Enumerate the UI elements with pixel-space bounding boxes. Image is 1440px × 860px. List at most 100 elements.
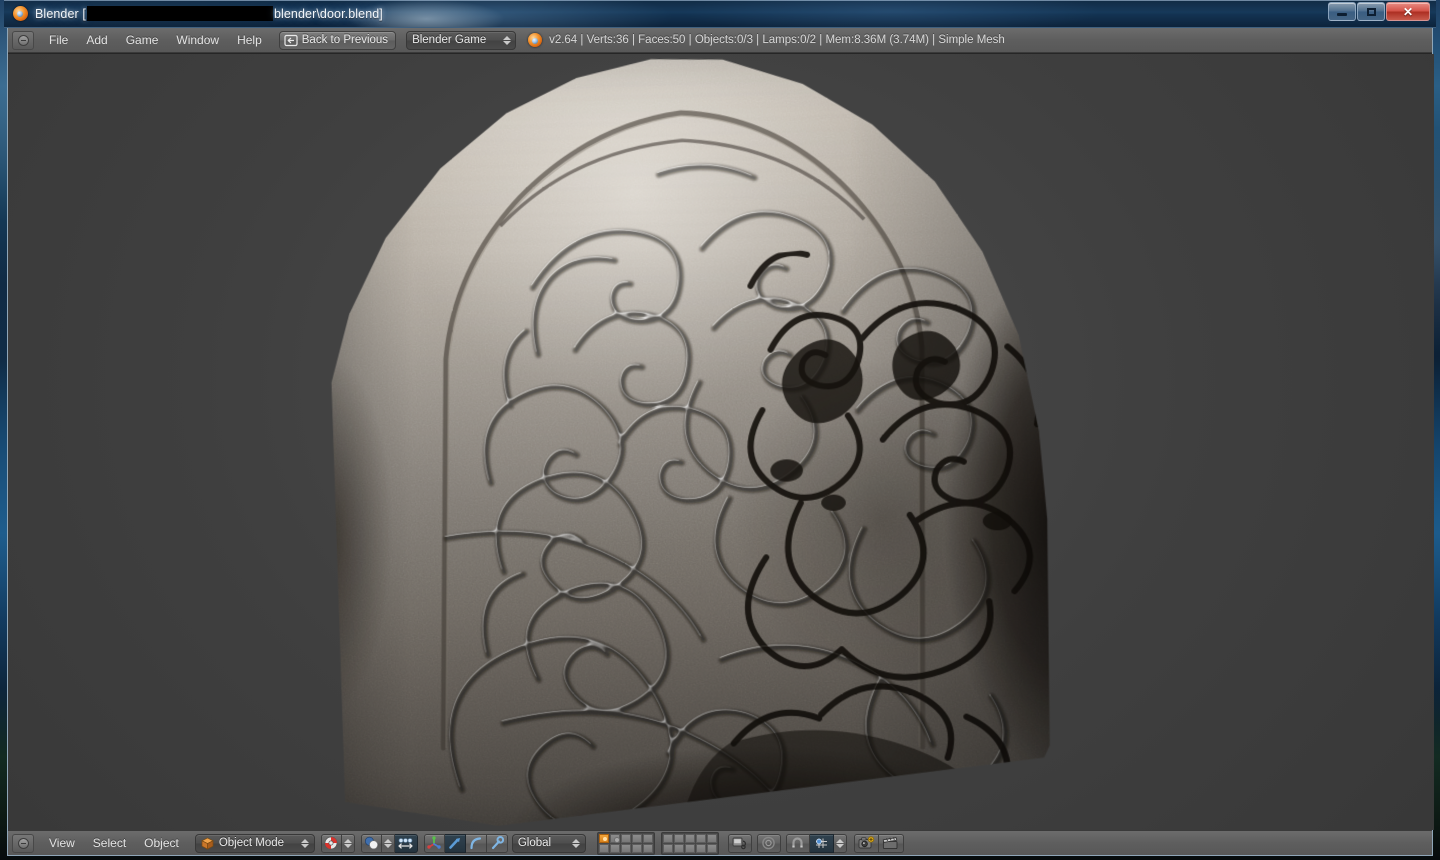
back-to-previous-button[interactable]: Back to Previous: [278, 30, 397, 50]
interaction-mode-value: Object Mode: [218, 837, 285, 849]
render-opengl-image-button[interactable]: [853, 833, 879, 853]
layer-cell[interactable]: [684, 843, 695, 853]
back-to-previous-label: Back to Previous: [301, 34, 389, 46]
layer-cell[interactable]: [642, 843, 653, 853]
scale-handle-icon: [490, 836, 504, 850]
layer-cell[interactable]: [695, 833, 706, 843]
3d-viewport[interactable]: [8, 54, 1434, 830]
minimize-icon: [1329, 3, 1355, 20]
menu-select[interactable]: Select: [84, 833, 135, 853]
layer-cell[interactable]: [620, 843, 631, 853]
window-title-suffix: blender\door.blend]: [273, 6, 383, 21]
viewport-shading-dropdown[interactable]: [341, 833, 355, 853]
layer-cell[interactable]: [609, 843, 620, 853]
window-title-redaction: [86, 6, 273, 21]
scale-manipulator-button[interactable]: [486, 833, 508, 853]
layer-cell[interactable]: [706, 833, 717, 843]
pivot-point-select[interactable]: [360, 833, 382, 853]
scene-statistics: v2.64 | Verts:36 | Faces:50 | Objects:0/…: [549, 34, 1005, 46]
transform-orientation-select[interactable]: Global: [511, 833, 586, 853]
layer-cell[interactable]: [695, 843, 706, 853]
menu-view[interactable]: View: [40, 833, 84, 853]
camera-render-icon: [858, 836, 875, 850]
pivot-sphere-icon: [364, 836, 379, 850]
layer-cell[interactable]: [620, 833, 631, 843]
clapperboard-icon: [882, 836, 899, 850]
snap-toggle-button[interactable]: [785, 833, 810, 853]
back-arrow-icon: [284, 34, 298, 47]
up-down-arrows-icon: [501, 35, 512, 45]
lock-to-scene-button[interactable]: [727, 833, 752, 853]
up-down-arrows-icon: [382, 838, 393, 848]
lock-scene-icon: [732, 836, 748, 850]
maximize-button[interactable]: [1357, 2, 1385, 21]
layer-cell[interactable]: [631, 843, 642, 853]
pivot-point-dropdown[interactable]: [381, 833, 395, 853]
menu-help[interactable]: Help: [228, 30, 271, 50]
manipulator-axis-button[interactable]: [423, 833, 445, 853]
manipulator-toggle-button[interactable]: [394, 833, 418, 853]
window-controls: ✕: [1328, 2, 1430, 21]
minimize-button[interactable]: [1328, 2, 1356, 21]
menu-game[interactable]: Game: [117, 30, 168, 50]
layer-cell[interactable]: [673, 843, 684, 853]
layer-cell[interactable]: [706, 843, 717, 853]
menu-window[interactable]: Window: [167, 30, 228, 50]
viewport-shading-select[interactable]: [320, 833, 342, 853]
menu-file[interactable]: File: [40, 30, 77, 50]
rotate-manipulator-button[interactable]: [465, 833, 487, 853]
editor-type-icon: [17, 837, 29, 849]
snap-crosshair-icon: [814, 836, 829, 850]
info-editor-header: File Add Game Window Help Back to Previo…: [8, 28, 1432, 53]
editor-type-selector[interactable]: [12, 30, 34, 50]
up-down-arrows-icon: [571, 838, 582, 848]
blender-application: File Add Game Window Help Back to Previo…: [7, 28, 1434, 856]
layer-cell[interactable]: [609, 833, 620, 843]
object-mode-cube-icon: [201, 837, 214, 850]
close-button[interactable]: ✕: [1386, 2, 1430, 21]
manipulator-widget-icon: [397, 837, 414, 850]
layer-cell[interactable]: [662, 833, 673, 843]
blender-window: Blender [ blender\door.blend] ✕ File Add …: [4, 0, 1436, 860]
render-opengl-animation-button[interactable]: [878, 833, 904, 853]
engine-select[interactable]: Blender Game: [406, 30, 517, 50]
window-title: Blender [ blender\door.blend]: [35, 6, 383, 21]
layer-cell[interactable]: [598, 833, 609, 843]
rotate-arc-icon: [469, 836, 483, 850]
snap-target-select[interactable]: [809, 833, 834, 853]
manipulator-axis-icon: [427, 836, 442, 850]
scene-layers[interactable]: [596, 831, 720, 856]
layer-block-1[interactable]: [596, 831, 655, 855]
up-down-arrows-icon: [342, 838, 353, 848]
maximize-icon: [1358, 3, 1384, 20]
layer-cell[interactable]: [662, 843, 673, 853]
viewport-editor-type-selector[interactable]: [12, 833, 34, 853]
door-mesh-surface: [309, 54, 1073, 830]
close-icon: ✕: [1402, 4, 1414, 19]
proportional-edit-button[interactable]: [756, 833, 781, 853]
menu-add[interactable]: Add: [77, 30, 116, 50]
texture-shading-sphere-icon: [324, 836, 338, 850]
layer-cell[interactable]: [673, 833, 684, 843]
up-down-arrows-icon: [834, 838, 845, 848]
engine-select-value: Blender Game: [412, 34, 487, 46]
layer-cell[interactable]: [642, 833, 653, 843]
door-mesh-object[interactable]: [309, 54, 1073, 830]
translate-manipulator-button[interactable]: [444, 833, 466, 853]
translate-arrow-icon: [448, 836, 462, 850]
layer-cell[interactable]: [598, 843, 609, 853]
interaction-mode-select[interactable]: Object Mode: [194, 833, 315, 853]
menu-object[interactable]: Object: [135, 833, 188, 853]
snap-target-dropdown[interactable]: [833, 833, 847, 853]
up-down-arrows-icon: [300, 838, 311, 848]
blender-logo-icon: [13, 6, 28, 21]
editor-type-icon: [17, 34, 29, 46]
3d-view-header: View Select Object Object Mode Global: [8, 830, 1432, 855]
layer-block-2[interactable]: [660, 831, 719, 855]
window-titlebar[interactable]: Blender [ blender\door.blend] ✕: [4, 0, 1436, 28]
window-title-prefix: Blender [: [35, 6, 86, 21]
layer-cell[interactable]: [631, 833, 642, 843]
proportional-circle-icon: [761, 836, 776, 850]
layer-cell[interactable]: [684, 833, 695, 843]
transform-orientation-value: Global: [517, 837, 552, 849]
